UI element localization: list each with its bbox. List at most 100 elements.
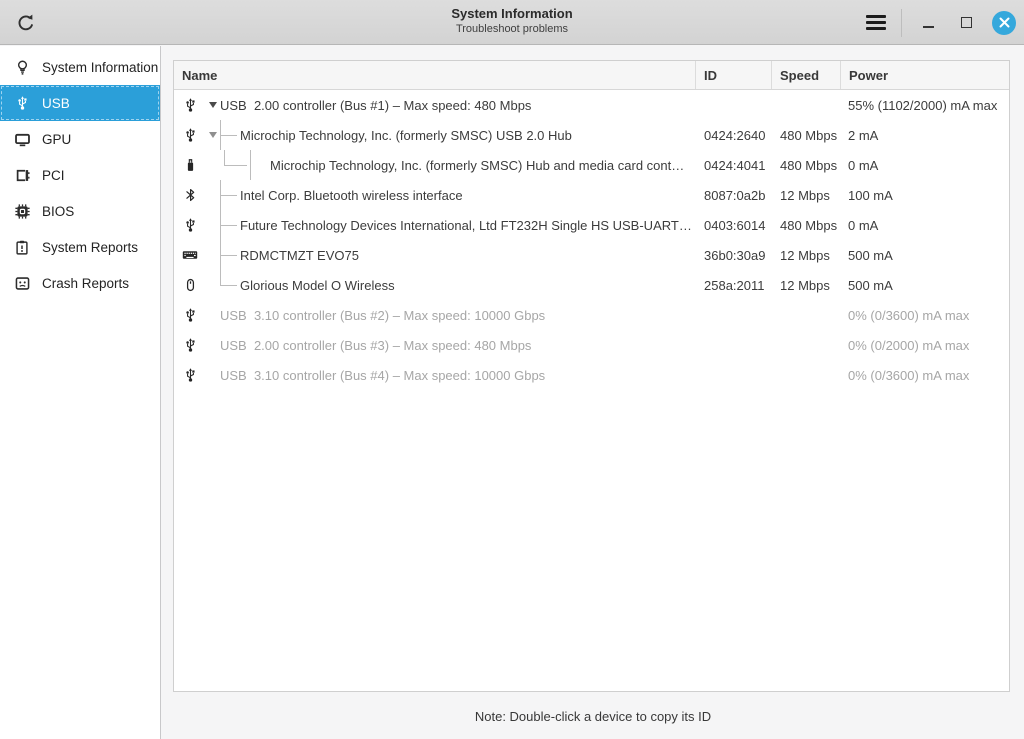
table-row[interactable]: USB 3.10 controller (Bus #2) – Max speed… [174, 300, 1009, 330]
table-row[interactable]: Intel Corp. Bluetooth wireless interface… [174, 180, 1009, 210]
device-id: 0403:6014 [704, 217, 766, 233]
device-id: 36b0:30a9 [704, 247, 766, 263]
device-id [696, 300, 772, 330]
device-speed [772, 360, 841, 390]
device-id: 258a:2011 [704, 277, 765, 293]
tree-guide-line [220, 150, 250, 180]
device-name: USB 3.10 controller (Bus #4) – Max speed… [220, 367, 546, 383]
titlebar-separator [901, 8, 902, 37]
sidebar-item-system-reports[interactable]: System Reports [0, 229, 160, 265]
mouse-icon [182, 277, 198, 293]
device-table: Name ID Speed Power USB 2.00 controller … [173, 60, 1010, 692]
column-header-speed[interactable]: Speed [772, 61, 841, 89]
device-power: 100 mA [848, 187, 893, 203]
device-power: 500 mA [848, 247, 893, 263]
titlebar: System Information Troubleshoot problems [0, 0, 1024, 45]
usb-icon [182, 337, 198, 353]
table-header: Name ID Speed Power [174, 61, 1009, 90]
device-power: 0 mA [848, 157, 879, 173]
refresh-icon [15, 12, 37, 34]
device-speed [772, 90, 841, 120]
usb-icon [182, 217, 198, 233]
footer-note: Note: Double-click a device to copy its … [474, 709, 712, 724]
tree-guide-line [250, 150, 270, 180]
device-power: 0% (0/3600) mA max [848, 367, 970, 383]
device-power: 500 mA [848, 277, 893, 293]
device-name: USB 2.00 controller (Bus #3) – Max speed… [220, 337, 532, 353]
device-name: RDMCTMZT EVO75 [240, 247, 359, 263]
table-row[interactable]: USB 2.00 controller (Bus #1) – Max speed… [174, 90, 1009, 120]
device-id: 8087:0a2b [704, 187, 766, 203]
device-name: Intel Corp. Bluetooth wireless interface [240, 187, 463, 203]
device-speed: 12 Mbps [780, 187, 830, 203]
device-id [696, 360, 772, 390]
device-power: 2 mA [848, 127, 879, 143]
sidebar-item-label: PCI [42, 167, 65, 183]
flash-drive-icon [182, 157, 198, 173]
sidebar-item-pci[interactable]: PCI [0, 157, 160, 193]
table-row[interactable]: USB 2.00 controller (Bus #3) – Max speed… [174, 330, 1009, 360]
sidebar-item-label: System Reports [42, 239, 139, 255]
tree-guide-line [220, 120, 240, 150]
minimize-button[interactable] [916, 11, 940, 35]
main-content: Name ID Speed Power USB 2.00 controller … [162, 46, 1024, 739]
table-row[interactable]: Microchip Technology, Inc. (formerly SMS… [174, 120, 1009, 150]
tree-guide-line [220, 210, 240, 240]
minimize-icon [922, 25, 934, 28]
tree-guide-line [220, 180, 240, 210]
table-row[interactable]: USB 3.10 controller (Bus #4) – Max speed… [174, 360, 1009, 390]
keyboard-icon [182, 247, 198, 263]
tree-guide-line [220, 270, 240, 300]
device-id [696, 330, 772, 360]
sidebar-item-bios[interactable]: BIOS [0, 193, 160, 229]
table-row[interactable]: Future Technology Devices International,… [174, 210, 1009, 240]
device-power: 0% (0/2000) mA max [848, 337, 970, 353]
column-header-power[interactable]: Power [841, 61, 1009, 89]
device-id: 0424:4041 [704, 157, 766, 173]
column-header-name[interactable]: Name [174, 61, 696, 89]
device-name: USB 2.00 controller (Bus #1) – Max speed… [220, 97, 532, 113]
device-power: 0% (0/3600) mA max [848, 307, 970, 323]
usb-icon [182, 97, 198, 113]
device-name: Glorious Model O Wireless [240, 277, 395, 293]
device-speed: 12 Mbps [780, 247, 830, 263]
device-speed: 480 Mbps [780, 157, 838, 173]
table-row[interactable]: RDMCTMZT EVO75 36b0:30a9 12 Mbps 500 mA [174, 240, 1009, 270]
sidebar-item-label: Crash Reports [42, 275, 130, 291]
lightbulb-icon [13, 59, 31, 76]
sidebar-item-crash-reports[interactable]: Crash Reports [0, 265, 160, 301]
bluetooth-icon [182, 187, 198, 203]
sidebar-item-label: System Information [42, 59, 159, 75]
device-id: 0424:2640 [704, 127, 766, 143]
refresh-button[interactable] [13, 10, 39, 36]
device-name: USB 3.10 controller (Bus #2) – Max speed… [220, 307, 546, 323]
device-power: 0 mA [848, 217, 879, 233]
sidebar-item-gpu[interactable]: GPU [0, 121, 160, 157]
usb-icon [182, 307, 198, 323]
device-speed: 480 Mbps [780, 217, 838, 233]
device-speed: 12 Mbps [780, 277, 830, 293]
device-speed [772, 300, 841, 330]
device-name: Future Technology Devices International,… [240, 217, 692, 233]
chip-icon [13, 203, 31, 220]
close-icon [999, 17, 1010, 28]
usb-icon [182, 127, 198, 143]
sidebar-item-system-information[interactable]: System Information [0, 49, 160, 85]
table-row[interactable]: Glorious Model O Wireless 258a:2011 12 M… [174, 270, 1009, 300]
column-header-id[interactable]: ID [696, 61, 772, 89]
device-speed: 480 Mbps [780, 127, 838, 143]
report-icon [13, 239, 31, 256]
device-speed [772, 330, 841, 360]
device-power: 55% (1102/2000) mA max [848, 97, 998, 113]
close-button[interactable] [992, 10, 1016, 35]
maximize-icon [960, 17, 972, 28]
device-id [696, 90, 772, 120]
hamburger-menu-icon[interactable] [865, 11, 887, 34]
expander-arrow-icon[interactable] [205, 102, 220, 108]
table-row[interactable]: Microchip Technology, Inc. (formerly SMS… [174, 150, 1009, 180]
maximize-button[interactable] [954, 11, 978, 35]
expander-arrow-icon[interactable] [205, 132, 220, 138]
sidebar: System Information USB GPU PCI BIOS Syst… [0, 46, 161, 739]
sidebar-item-usb[interactable]: USB [0, 85, 160, 121]
usb-icon [182, 367, 198, 383]
